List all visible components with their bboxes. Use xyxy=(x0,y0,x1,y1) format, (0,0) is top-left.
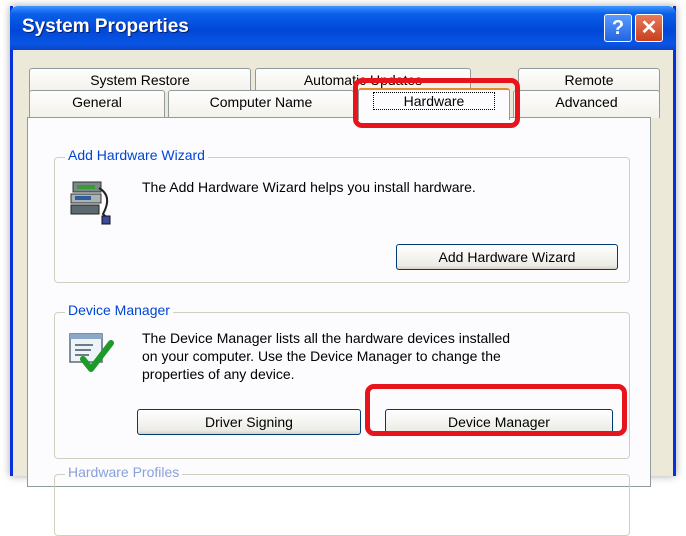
tab-general[interactable]: General xyxy=(29,90,165,118)
device-manager-legend: Device Manager xyxy=(65,302,173,318)
device-manager-description-line-3: properties of any device. xyxy=(142,366,295,382)
device-manager-description-line-2: on your computer. Use the Device Manager… xyxy=(142,348,501,364)
tab-advanced[interactable]: Advanced xyxy=(513,90,660,118)
hardware-profiles-group: Hardware Profiles xyxy=(54,464,630,536)
add-hardware-wizard-button[interactable]: Add Hardware Wizard xyxy=(396,244,618,270)
add-hardware-legend: Add Hardware Wizard xyxy=(65,147,208,163)
device-manager-description-line-1: The Device Manager lists all the hardwar… xyxy=(142,330,511,346)
device-manager-button-highlight xyxy=(365,384,627,436)
tab-remote[interactable]: Remote xyxy=(518,68,660,92)
title-bar[interactable]: System Properties ? ✕ xyxy=(10,6,676,50)
add-hardware-description: The Add Hardware Wizard helps you instal… xyxy=(142,179,476,195)
driver-signing-button[interactable]: Driver Signing xyxy=(137,409,361,435)
window-title: System Properties xyxy=(22,16,189,37)
help-button[interactable]: ? xyxy=(604,14,632,42)
hardware-profiles-legend: Hardware Profiles xyxy=(65,464,183,480)
tab-computer-name[interactable]: Computer Name xyxy=(168,90,354,118)
close-button[interactable]: ✕ xyxy=(635,14,663,42)
tab-system-restore[interactable]: System Restore xyxy=(29,68,251,92)
system-properties-window: System Properties ? ✕ System Restore Aut… xyxy=(10,6,676,536)
hardware-wizard-icon xyxy=(70,181,111,225)
device-manager-icon xyxy=(69,333,114,372)
tab-hardware[interactable]: Hardware xyxy=(358,88,510,120)
add-hardware-group: Add Hardware Wizard The Add Hardware Wiz… xyxy=(54,147,630,283)
